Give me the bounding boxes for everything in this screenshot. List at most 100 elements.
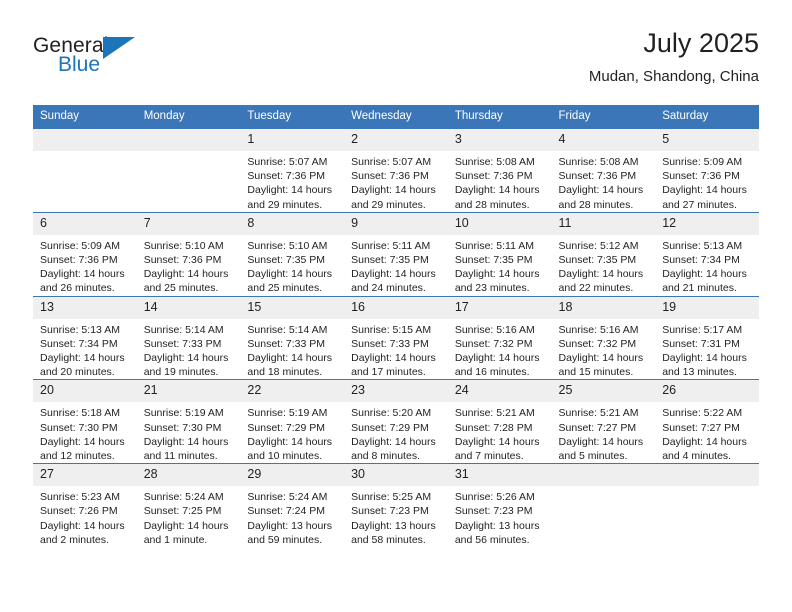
- day-details: [137, 151, 241, 155]
- sunrise-text: Sunrise: 5:23 AM: [40, 491, 120, 504]
- day-details: Sunrise: 5:24 AM Sunset: 7:25 PM Daylight:…: [137, 486, 241, 547]
- calendar-day-cell[interactable]: 18 Sunrise: 5:16 AM Sunset: 7:32 PM Dayligh…: [551, 295, 656, 380]
- calendar-day-cell[interactable]: 30 Sunrise: 5:25 AM Sunset: 7:23 PM Dayligh…: [344, 463, 448, 548]
- weekday-header-tuesday: Tuesday: [240, 105, 345, 129]
- sunrise-text: Sunrise: 5:13 AM: [662, 239, 743, 252]
- calendar-day-cell[interactable]: 13 Sunrise: 5:13 AM Sunset: 7:34 PM Dayligh…: [33, 295, 137, 380]
- calendar-day-cell[interactable]: 21 Sunrise: 5:19 AM Sunset: 7:30 PM Dayligh…: [136, 379, 241, 464]
- day-number: 21: [136, 380, 241, 403]
- calendar-day-cell[interactable]: 24 Sunrise: 5:21 AM Sunset: 7:28 PM Dayligh…: [447, 379, 552, 464]
- day-details: Sunrise: 5:07 AM Sunset: 7:36 PM Daylight:…: [240, 151, 344, 212]
- sunrise-text: Sunrise: 5:14 AM: [247, 323, 328, 336]
- day-details: Sunrise: 5:07 AM Sunset: 7:36 PM Daylight:…: [344, 151, 448, 212]
- day-number: 13: [33, 296, 137, 319]
- day-number: 14: [136, 296, 241, 319]
- calendar-day-cell[interactable]: 27 Sunrise: 5:23 AM Sunset: 7:26 PM Dayligh…: [33, 463, 137, 548]
- day-number: [655, 464, 759, 487]
- sunset-text: Sunset: 7:36 PM: [143, 254, 222, 267]
- day-details: Sunrise: 5:25 AM Sunset: 7:23 PM Daylight:…: [344, 486, 448, 547]
- daylight-text: Daylight: 14 hours and 12 minutes.: [40, 435, 125, 463]
- day-details: Sunrise: 5:09 AM Sunset: 7:36 PM Daylight:…: [655, 151, 759, 212]
- calendar-day-cell[interactable]: 9 Sunrise: 5:11 AM Sunset: 7:35 PM Daylight…: [344, 211, 448, 297]
- calendar-day-cell[interactable]: 3 Sunrise: 5:08 AM Sunset: 7:36 PM Daylight…: [447, 128, 552, 213]
- day-number: 15: [240, 296, 345, 319]
- day-number: 16: [344, 296, 448, 319]
- calendar-day-cell[interactable]: 10 Sunrise: 5:11 AM Sunset: 7:35 PM Dayligh…: [447, 211, 552, 297]
- day-details: Sunrise: 5:16 AM Sunset: 7:32 PM Daylight:…: [448, 319, 552, 380]
- daylight-text: Daylight: 13 hours and 59 minutes.: [247, 519, 333, 546]
- sunrise-text: Sunrise: 5:12 AM: [558, 239, 639, 252]
- calendar-day-cell[interactable]: 25 Sunrise: 5:21 AM Sunset: 7:27 PM Dayligh…: [551, 379, 656, 464]
- calendar-day-cell[interactable]: 26 Sunrise: 5:22 AM Sunset: 7:27 PM Dayligh…: [655, 379, 759, 464]
- sunrise-text: Sunrise: 5:10 AM: [247, 239, 328, 252]
- calendar-day-cell[interactable]: 19 Sunrise: 5:17 AM Sunset: 7:31 PM Dayligh…: [655, 295, 759, 380]
- daylight-text: Daylight: 14 hours and 7 minutes.: [454, 435, 540, 463]
- sunrise-text: Sunrise: 5:19 AM: [247, 407, 328, 420]
- day-number: 19: [655, 296, 759, 319]
- calendar-day-cell[interactable]: 20 Sunrise: 5:18 AM Sunset: 7:30 PM Dayligh…: [33, 379, 137, 464]
- daylight-text: Daylight: 14 hours and 28 minutes.: [454, 184, 540, 211]
- day-details: [33, 151, 137, 155]
- calendar-day-cell[interactable]: 16 Sunrise: 5:15 AM Sunset: 7:33 PM Dayligh…: [344, 295, 448, 380]
- calendar-day-cell-empty: [655, 463, 759, 548]
- sunset-text: Sunset: 7:28 PM: [454, 421, 533, 434]
- day-details: Sunrise: 5:14 AM Sunset: 7:33 PM Daylight:…: [240, 319, 344, 380]
- calendar-day-cell[interactable]: 23 Sunrise: 5:20 AM Sunset: 7:29 PM Dayligh…: [344, 379, 448, 464]
- daylight-text: Daylight: 14 hours and 5 minutes.: [558, 435, 644, 463]
- calendar-day-cell[interactable]: 4 Sunrise: 5:08 AM Sunset: 7:36 PM Daylight…: [551, 128, 656, 213]
- weekday-header-saturday: Saturday: [655, 105, 759, 129]
- calendar-day-cell[interactable]: 29 Sunrise: 5:24 AM Sunset: 7:24 PM Dayligh…: [240, 463, 345, 548]
- calendar-day-cell[interactable]: 15 Sunrise: 5:14 AM Sunset: 7:33 PM Dayligh…: [240, 295, 345, 380]
- sunrise-text: Sunrise: 5:07 AM: [351, 156, 432, 168]
- calendar-day-cell[interactable]: 6 Sunrise: 5:09 AM Sunset: 7:36 PM Daylight…: [33, 211, 137, 297]
- page-header: General Blue July 2025 Mudan, Shandong, …: [33, 26, 759, 96]
- daylight-text: Daylight: 14 hours and 20 minutes.: [40, 352, 125, 379]
- sunrise-text: Sunrise: 5:21 AM: [454, 407, 535, 420]
- calendar-week-row: 13 Sunrise: 5:13 AM Sunset: 7:34 PM Dayligh…: [33, 295, 759, 380]
- calendar-day-cell[interactable]: 2 Sunrise: 5:07 AM Sunset: 7:36 PM Daylight…: [344, 128, 448, 213]
- sunrise-text: Sunrise: 5:14 AM: [143, 323, 224, 336]
- day-details: Sunrise: 5:16 AM Sunset: 7:32 PM Daylight:…: [552, 319, 656, 380]
- day-details: Sunrise: 5:10 AM Sunset: 7:35 PM Daylight:…: [240, 235, 344, 296]
- weekday-header: Sunday Monday Tuesday Wednesday Thursday Frid…: [33, 105, 759, 129]
- sunset-text: Sunset: 7:23 PM: [454, 505, 533, 518]
- calendar-day-cell[interactable]: 11 Sunrise: 5:12 AM Sunset: 7:35 PM Dayligh…: [551, 211, 656, 297]
- calendar-day-cell[interactable]: 17 Sunrise: 5:16 AM Sunset: 7:32 PM Dayligh…: [447, 295, 552, 380]
- sunset-text: Sunset: 7:36 PM: [351, 170, 429, 183]
- calendar-day-cell[interactable]: 22 Sunrise: 5:19 AM Sunset: 7:29 PM Dayligh…: [240, 379, 345, 464]
- sunset-text: Sunset: 7:35 PM: [454, 254, 533, 267]
- calendar-day-cell[interactable]: 7 Sunrise: 5:10 AM Sunset: 7:36 PM Daylight…: [136, 211, 241, 297]
- calendar-day-cell[interactable]: 28 Sunrise: 5:24 AM Sunset: 7:25 PM Dayligh…: [136, 463, 241, 548]
- daylight-text: Daylight: 14 hours and 29 minutes.: [247, 184, 333, 211]
- daylight-text: Daylight: 14 hours and 26 minutes.: [40, 268, 125, 295]
- daylight-text: Daylight: 14 hours and 19 minutes.: [143, 352, 229, 379]
- daylight-text: Daylight: 14 hours and 24 minutes.: [351, 268, 436, 295]
- calendar-day-cell[interactable]: 14 Sunrise: 5:14 AM Sunset: 7:33 PM Dayligh…: [136, 295, 241, 380]
- sunset-text: Sunset: 7:23 PM: [351, 505, 429, 518]
- daylight-text: Daylight: 14 hours and 29 minutes.: [351, 184, 436, 211]
- weekday-header-thursday: Thursday: [447, 105, 552, 129]
- calendar-day-cell[interactable]: 5 Sunrise: 5:09 AM Sunset: 7:36 PM Daylight…: [655, 128, 759, 213]
- calendar-header-row: Sunday Monday Tuesday Wednesday Thursday Frid…: [33, 105, 759, 129]
- sunrise-text: Sunrise: 5:18 AM: [40, 407, 120, 420]
- daylight-text: Daylight: 14 hours and 1 minute.: [143, 519, 229, 546]
- weekday-header-monday: Monday: [136, 105, 241, 129]
- sunrise-text: Sunrise: 5:17 AM: [662, 323, 743, 336]
- sunset-text: Sunset: 7:35 PM: [247, 254, 326, 267]
- calendar-day-cell[interactable]: 8 Sunrise: 5:10 AM Sunset: 7:35 PM Daylight…: [240, 211, 345, 297]
- general-blue-logo[interactable]: General Blue: [33, 34, 148, 84]
- calendar-body: 1 Sunrise: 5:07 AM Sunset: 7:36 PM Daylight…: [33, 128, 759, 548]
- calendar-day-cell[interactable]: 12 Sunrise: 5:13 AM Sunset: 7:34 PM Dayligh…: [655, 211, 759, 297]
- day-details: Sunrise: 5:11 AM Sunset: 7:35 PM Daylight:…: [448, 235, 552, 296]
- sunset-text: Sunset: 7:36 PM: [662, 170, 740, 183]
- day-details: Sunrise: 5:14 AM Sunset: 7:33 PM Daylight:…: [137, 319, 241, 380]
- title-block: July 2025 Mudan, Shandong, China: [589, 26, 759, 88]
- daylight-text: Daylight: 14 hours and 2 minutes.: [40, 519, 125, 546]
- day-number: 26: [655, 380, 759, 403]
- calendar-day-cell[interactable]: 31 Sunrise: 5:26 AM Sunset: 7:23 PM Dayligh…: [447, 463, 552, 548]
- sunset-text: Sunset: 7:30 PM: [143, 421, 222, 434]
- calendar-day-cell[interactable]: 1 Sunrise: 5:07 AM Sunset: 7:36 PM Daylight…: [240, 128, 345, 213]
- sunset-text: Sunset: 7:34 PM: [40, 337, 118, 350]
- sunset-text: Sunset: 7:31 PM: [662, 337, 740, 350]
- daylight-text: Daylight: 14 hours and 25 minutes.: [143, 268, 229, 295]
